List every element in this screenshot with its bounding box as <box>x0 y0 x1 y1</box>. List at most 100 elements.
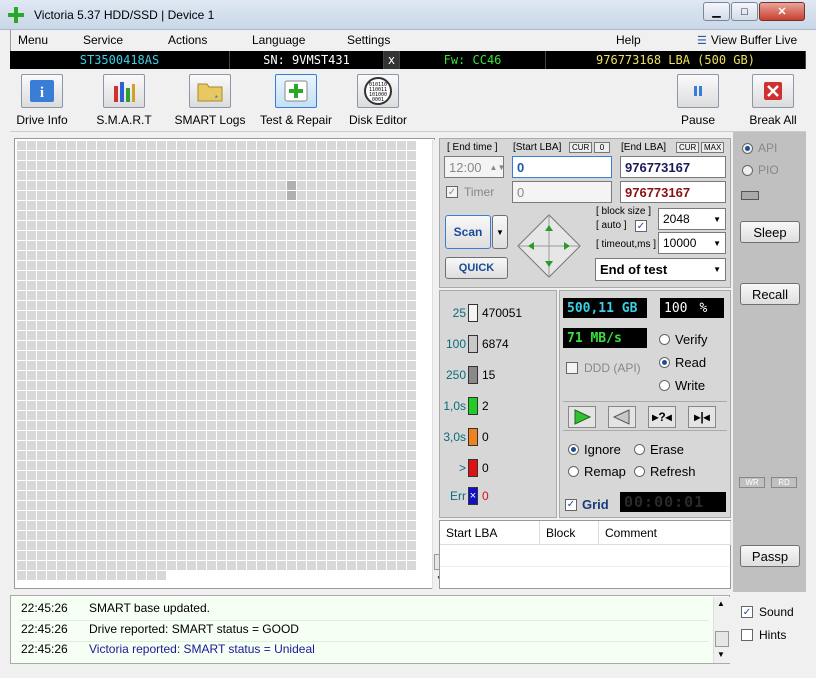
passp-button[interactable]: Passp <box>740 545 800 567</box>
latency-color-swatch[interactable] <box>468 366 478 384</box>
scan-block-cell <box>187 341 196 350</box>
timer-toggle[interactable]: ✓ Timer <box>446 185 494 199</box>
pause-button[interactable]: Pause <box>676 74 720 127</box>
scan-block-cell <box>287 431 296 440</box>
latency-color-swatch[interactable] <box>468 397 478 415</box>
close-window-button[interactable]: ✕ <box>759 2 805 21</box>
scan-block-cell <box>137 341 146 350</box>
smart-button[interactable]: S.M.A.R.T <box>92 74 156 127</box>
menu-settings[interactable]: Settings <box>347 33 390 47</box>
event-log: 22:45:26 SMART base updated. 22:45:26 Driv… <box>10 595 730 664</box>
timeout-select[interactable]: 10000 ▼ <box>658 232 726 254</box>
start-lba-cur-button[interactable]: CUR <box>569 142 593 153</box>
start-lba-zero-button[interactable]: 0 <box>594 142 610 153</box>
refresh-radio[interactable] <box>634 466 645 477</box>
column-comment[interactable]: Comment <box>599 521 731 545</box>
end-lba-max-button[interactable]: MAX <box>701 142 725 153</box>
column-start-lba[interactable]: Start LBA <box>440 521 540 545</box>
grid-toggle[interactable]: ✓ Grid <box>565 497 609 512</box>
scan-block-cell <box>407 461 416 470</box>
mode-read[interactable]: Read <box>659 355 706 370</box>
scan-dropdown-button[interactable]: ▼ <box>492 215 508 249</box>
spin-icon[interactable]: ▲▼ <box>490 163 506 172</box>
action-remap[interactable]: Remap <box>568 464 626 479</box>
action-ignore[interactable]: Ignore <box>568 442 621 457</box>
menu-service[interactable]: Service <box>83 33 123 47</box>
action-erase[interactable]: Erase <box>634 442 684 457</box>
latency-color-swatch[interactable] <box>468 304 478 322</box>
mode-verify[interactable]: Verify <box>659 332 708 347</box>
latency-color-swatch[interactable]: × <box>468 487 478 505</box>
sound-checkbox[interactable]: ✓ <box>741 606 753 618</box>
action-refresh[interactable]: Refresh <box>634 464 696 479</box>
scan-block-cell <box>357 501 366 510</box>
menu-menu[interactable]: Menu <box>18 33 48 47</box>
remap-radio[interactable] <box>568 466 579 477</box>
scan-block-cell <box>57 541 66 550</box>
start-lba-input[interactable]: 0 <box>512 156 612 178</box>
hints-toggle[interactable]: Hints <box>741 628 786 642</box>
scan-block-cell <box>357 151 366 160</box>
maximize-button[interactable]: □ <box>731 2 758 21</box>
play-forward-button[interactable] <box>568 406 596 428</box>
scroll-up-icon[interactable]: ▲ <box>717 599 725 608</box>
view-buffer-toggle[interactable]: ☰ View Buffer Live <box>697 33 797 47</box>
erase-radio[interactable] <box>634 444 645 455</box>
menu-actions[interactable]: Actions <box>168 33 207 47</box>
latency-color-swatch[interactable] <box>468 335 478 353</box>
latency-label: 3,0s <box>443 430 466 444</box>
menu-help[interactable]: Help <box>616 33 641 47</box>
latency-color-swatch[interactable] <box>468 428 478 446</box>
sound-toggle[interactable]: ✓ Sound <box>741 605 794 619</box>
scan-block-cell <box>217 181 226 190</box>
play-backward-button[interactable] <box>608 406 636 428</box>
latency-color-swatch[interactable] <box>468 459 478 477</box>
sleep-button[interactable]: Sleep <box>740 221 800 243</box>
close-device-button[interactable]: x <box>384 51 400 69</box>
smart-logs-button[interactable]: SMART Logs <box>174 74 246 127</box>
navigation-diamond[interactable] <box>516 213 582 279</box>
auto-block-checkbox[interactable]: ✓ <box>635 220 647 232</box>
ddd-api-toggle[interactable]: DDD (API) <box>566 361 641 375</box>
scan-button[interactable]: Scan <box>445 215 491 249</box>
api-radio[interactable] <box>742 142 753 154</box>
recall-button[interactable]: Recall <box>740 283 800 305</box>
scrollbar-thumb[interactable] <box>715 631 729 647</box>
end-lba-secondary[interactable]: 976773167 <box>620 181 726 203</box>
random-seek-button[interactable]: ▸?◂ <box>648 406 676 428</box>
end-lba-input[interactable]: 976773167 <box>620 156 726 178</box>
end-action-select[interactable]: End of test ▼ <box>595 258 726 281</box>
end-time-field[interactable]: 12:00 ▲▼ <box>444 156 506 178</box>
ddd-api-checkbox[interactable] <box>566 362 578 374</box>
disk-editor-button[interactable]: 010110 110011 101000 0001 Disk Editor <box>346 74 410 127</box>
end-lba-cur-button[interactable]: CUR <box>676 142 700 153</box>
hints-checkbox[interactable] <box>741 629 753 641</box>
mode-write[interactable]: Write <box>659 378 705 393</box>
menu-language[interactable]: Language <box>252 33 305 47</box>
timer-checkbox[interactable]: ✓ <box>446 186 458 198</box>
drive-info-button[interactable]: i Drive Info <box>10 74 74 127</box>
scan-block-cell <box>167 521 176 530</box>
break-all-button[interactable]: Break All <box>746 74 800 127</box>
scan-block-cell <box>377 471 386 480</box>
mode-api[interactable]: API <box>742 141 777 155</box>
verify-radio[interactable] <box>659 334 670 345</box>
ignore-radio[interactable] <box>568 444 579 455</box>
mode-pio[interactable]: PIO <box>742 163 779 177</box>
minimize-button[interactable]: ▁ <box>703 2 730 21</box>
block-size-select[interactable]: 2048 ▼ <box>658 208 726 230</box>
scan-block-cell <box>257 361 266 370</box>
scan-block-cell <box>137 201 146 210</box>
scan-block-cell <box>317 301 326 310</box>
column-block[interactable]: Block <box>540 521 599 545</box>
scroll-down-icon[interactable]: ▼ <box>717 650 725 659</box>
test-repair-button[interactable]: Test & Repair <box>258 74 334 127</box>
butterfly-button[interactable]: ▸|◂ <box>688 406 716 428</box>
grid-checkbox[interactable]: ✓ <box>565 498 577 511</box>
quick-button[interactable]: QUICK <box>445 257 508 279</box>
read-radio[interactable] <box>659 357 670 368</box>
pio-radio[interactable] <box>742 164 753 176</box>
timer-input[interactable]: 0 <box>512 181 612 203</box>
log-scrollbar[interactable]: ▲ ▼ <box>713 597 730 663</box>
write-radio[interactable] <box>659 380 670 391</box>
